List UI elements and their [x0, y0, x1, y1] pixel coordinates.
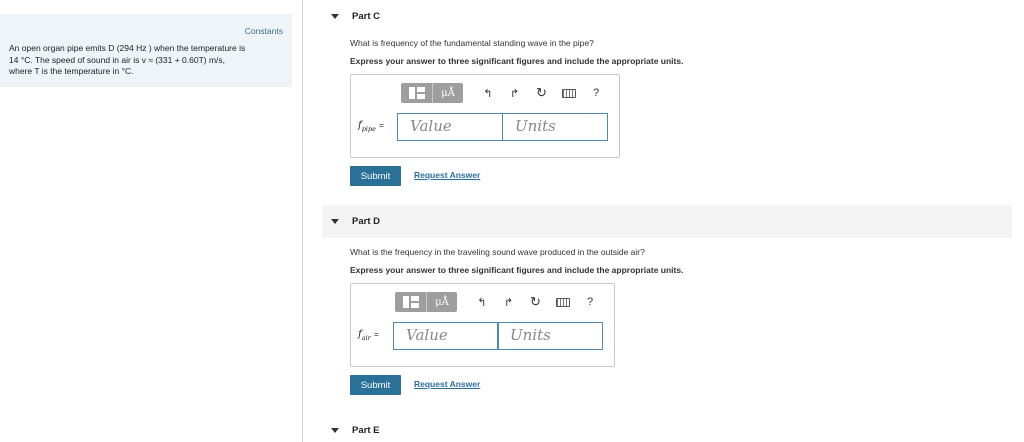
part-d-instruction: Express your answer to three significant… [350, 265, 684, 275]
units-mu-icon[interactable]: μÅ [432, 83, 463, 103]
redo-icon[interactable]: ↱ [504, 87, 526, 100]
part-c-header[interactable]: Part C [322, 0, 380, 33]
constants-line-2: 14 °C. The speed of sound in air is v ≈ … [9, 54, 226, 65]
part-c-units-input[interactable]: Units [502, 113, 608, 141]
part-c-value-input[interactable]: Value [397, 113, 503, 141]
collapse-caret-icon[interactable] [331, 428, 339, 433]
help-icon[interactable]: ? [579, 296, 601, 308]
templates-icon[interactable] [401, 83, 432, 103]
part-d-submit-button[interactable]: Submit [350, 375, 401, 395]
toolbar-button-group: μÅ [395, 292, 457, 312]
reset-icon[interactable]: ↻ [525, 294, 547, 310]
part-c-toolbar: μÅ ↰ ↱ ↻ ? [401, 81, 607, 105]
reset-icon[interactable]: ↻ [531, 85, 553, 101]
part-d-header[interactable]: Part D [322, 205, 1012, 238]
part-d-value-input[interactable]: Value [393, 322, 499, 350]
collapse-caret-icon[interactable] [331, 14, 339, 19]
part-d-toolbar: μÅ ↰ ↱ ↻ ? [395, 290, 601, 314]
part-d-variable-label: fair = [358, 329, 379, 342]
part-d-answer-box: μÅ ↰ ↱ ↻ ? fair = Value Units [350, 283, 615, 367]
part-d-units-input[interactable]: Units [497, 322, 603, 350]
part-c-question: What is frequency of the fundamental sta… [350, 38, 594, 48]
part-c-answer-box: μÅ ↰ ↱ ↻ ? fpipe = Value Units [350, 74, 620, 158]
help-icon[interactable]: ? [585, 87, 607, 99]
keyboard-icon[interactable] [557, 88, 581, 98]
part-c-instruction: Express your answer to three significant… [350, 56, 684, 66]
constants-title: Constants [244, 26, 283, 36]
part-d-label: Part D [352, 216, 380, 227]
part-d-request-answer-link[interactable]: Request Answer [414, 379, 480, 389]
constants-line-3: where T is the temperature in °C. [9, 66, 134, 76]
column-divider [302, 0, 303, 442]
undo-icon[interactable]: ↰ [471, 296, 493, 309]
templates-icon[interactable] [395, 292, 426, 312]
part-d-question: What is the frequency in the traveling s… [350, 247, 645, 257]
constants-line-1: An open organ pipe emits D (294 Hz ) whe… [9, 43, 246, 53]
part-e-label: Part E [352, 425, 380, 436]
part-e-header[interactable]: Part E [322, 414, 379, 442]
keyboard-icon[interactable] [551, 297, 575, 307]
part-c-variable-label: fpipe = [358, 120, 384, 133]
undo-icon[interactable]: ↰ [477, 87, 499, 100]
units-mu-icon[interactable]: μÅ [426, 292, 457, 312]
toolbar-button-group: μÅ [401, 83, 463, 103]
part-c-label: Part C [352, 11, 380, 22]
part-c-submit-button[interactable]: Submit [350, 166, 401, 186]
constants-text: An open organ pipe emits D (294 Hz ) whe… [9, 43, 287, 78]
constants-panel: Constants An open organ pipe emits D (29… [0, 14, 292, 87]
part-c-request-answer-link[interactable]: Request Answer [414, 170, 480, 180]
redo-icon[interactable]: ↱ [498, 296, 520, 309]
collapse-caret-icon[interactable] [331, 219, 339, 224]
